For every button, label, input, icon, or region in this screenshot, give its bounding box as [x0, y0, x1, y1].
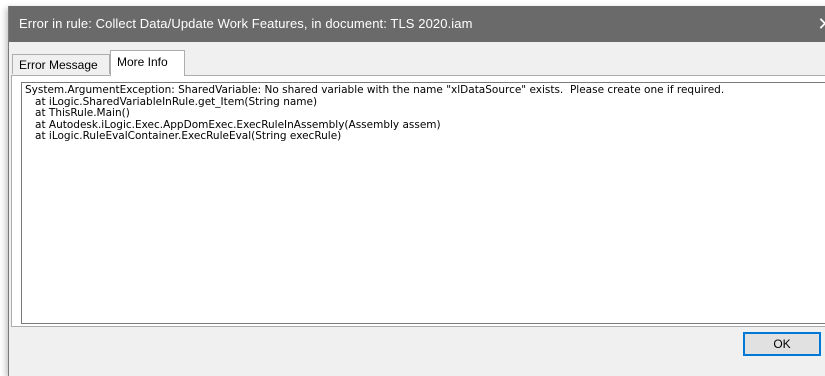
tab-error-message[interactable]: Error Message	[12, 54, 110, 74]
tab-more-info[interactable]: More Info	[110, 50, 185, 76]
dialog-title: Error in rule: Collect Data/Update Work …	[19, 16, 473, 31]
detail-line: at iLogic.RuleEvalContainer.ExecRuleEval…	[25, 130, 342, 142]
title-bar[interactable]: Error in rule: Collect Data/Update Work …	[9, 6, 825, 42]
exception-details-textbox[interactable]: System.ArgumentException: SharedVariable…	[21, 82, 825, 324]
tab-panel-more-info: System.ArgumentException: SharedVariable…	[11, 75, 825, 327]
detail-line: System.ArgumentException: SharedVariable…	[25, 84, 725, 96]
detail-line: at iLogic.SharedVariableInRule.get_Item(…	[25, 95, 318, 108]
tab-strip: Error Message More Info	[9, 48, 825, 76]
close-icon[interactable]: ✕	[805, 6, 825, 42]
error-dialog: Error in rule: Collect Data/Update Work …	[8, 6, 825, 376]
ok-button[interactable]: OK	[743, 332, 821, 356]
detail-line: at ThisRule.Main()	[25, 107, 130, 119]
